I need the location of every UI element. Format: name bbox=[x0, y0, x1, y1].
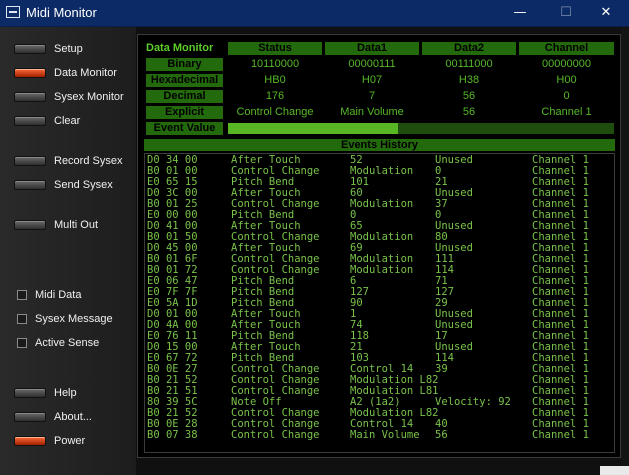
about-led-icon bbox=[14, 412, 46, 422]
data-monitor-label: Data Monitor bbox=[54, 67, 117, 79]
data-monitor-led-icon bbox=[14, 68, 46, 78]
event-type: Control Change bbox=[231, 429, 320, 441]
record-sysex-button[interactable]: Record Sysex bbox=[14, 152, 122, 170]
sysex-monitor-label: Sysex Monitor bbox=[54, 91, 124, 103]
power-button[interactable]: Power bbox=[14, 432, 85, 450]
power-led-icon bbox=[14, 436, 46, 446]
binary-data1: 00000111 bbox=[348, 58, 396, 70]
decimal-data2: 56 bbox=[462, 90, 476, 102]
sysex-monitor-led-icon bbox=[14, 92, 46, 102]
binary-status: 10110000 bbox=[250, 58, 300, 70]
active-sense-checkbox-box[interactable] bbox=[17, 338, 27, 348]
explicit-channel: Channel 1 bbox=[541, 106, 592, 118]
active-sense-checkbox[interactable]: Active Sense bbox=[17, 336, 99, 350]
sysex-monitor-button[interactable]: Sysex Monitor bbox=[14, 88, 124, 106]
event-data2: 56 bbox=[435, 429, 448, 441]
midi-data-checkbox[interactable]: Midi Data bbox=[17, 288, 81, 302]
explicit-data1: Main Volume bbox=[340, 106, 404, 118]
hex-status: HB0 bbox=[264, 74, 286, 86]
events-history-title: Events History bbox=[144, 139, 615, 151]
column-channel: Channel bbox=[519, 42, 614, 55]
event-data1: Modulation bbox=[350, 264, 414, 276]
title-bar: Midi Monitor — ☐ ✕ bbox=[0, 0, 629, 27]
send-sysex-button[interactable]: Send Sysex bbox=[14, 176, 113, 194]
multi-out-label: Multi Out bbox=[54, 219, 99, 231]
minimize-button[interactable]: — bbox=[497, 0, 543, 26]
event-data2: Velocity: 92 bbox=[435, 396, 511, 408]
multi-out-led-icon bbox=[14, 220, 46, 230]
midi-data-label: Midi Data bbox=[35, 289, 82, 301]
about-button[interactable]: About... bbox=[14, 408, 92, 426]
hex-data2: H38 bbox=[458, 74, 480, 86]
clear-label: Clear bbox=[54, 115, 81, 127]
help-led-icon bbox=[14, 388, 46, 398]
sysex-message-label: Sysex Message bbox=[35, 313, 113, 325]
hexadecimal-label: Hexadecimal bbox=[146, 74, 223, 87]
clear-button[interactable]: Clear bbox=[14, 112, 80, 130]
help-label: Help bbox=[54, 387, 77, 399]
taskbar-corner bbox=[600, 466, 629, 475]
midi-data-checkbox-box[interactable] bbox=[17, 290, 27, 300]
help-button[interactable]: Help bbox=[14, 384, 77, 402]
column-data1: Data1 bbox=[325, 42, 419, 55]
window-title: Midi Monitor bbox=[26, 5, 97, 20]
close-button[interactable]: ✕ bbox=[583, 0, 629, 26]
multi-out-button[interactable]: Multi Out bbox=[14, 216, 98, 234]
clear-led-icon bbox=[14, 116, 46, 126]
send-sysex-led-icon bbox=[14, 180, 46, 190]
record-sysex-label: Record Sysex bbox=[54, 155, 123, 167]
data-monitor-button[interactable]: Data Monitor bbox=[14, 64, 117, 82]
power-label: Power bbox=[54, 435, 86, 447]
setup-button[interactable]: Setup bbox=[14, 40, 83, 58]
event-data1: Modulation bbox=[350, 198, 414, 210]
event-data1: Main Volume bbox=[350, 429, 420, 441]
decimal-label: Decimal bbox=[146, 90, 223, 103]
active-sense-label: Active Sense bbox=[35, 337, 100, 349]
sysex-message-checkbox[interactable]: Sysex Message bbox=[17, 312, 113, 326]
about-label: About... bbox=[54, 411, 92, 423]
record-sysex-led-icon bbox=[14, 156, 46, 166]
binary-channel: 00000000 bbox=[542, 58, 591, 70]
send-sysex-label: Send Sysex bbox=[54, 179, 113, 191]
decimal-data1: 7 bbox=[368, 90, 376, 102]
event-row: B0 07 38 Control Change Main Volume 56 Chann… bbox=[147, 430, 612, 441]
sysex-message-checkbox-box[interactable] bbox=[17, 314, 27, 324]
binary-data2: 00111000 bbox=[445, 58, 493, 70]
sidebar: Setup Data Monitor Sysex Monitor Clear R… bbox=[0, 27, 136, 475]
column-data2: Data2 bbox=[422, 42, 516, 55]
app-icon bbox=[6, 6, 20, 18]
monitor-title: Data Monitor bbox=[146, 42, 214, 54]
window-edge bbox=[621, 27, 629, 475]
decimal-channel: 0 bbox=[563, 90, 570, 102]
explicit-status: Control Change bbox=[236, 106, 314, 118]
explicit-label: Explicit bbox=[146, 106, 223, 119]
column-status: Status bbox=[228, 42, 322, 55]
decimal-status: 176 bbox=[265, 90, 285, 102]
setup-label: Setup bbox=[54, 43, 83, 55]
binary-label: Binary bbox=[146, 58, 223, 71]
setup-led-icon bbox=[14, 44, 46, 54]
events-history-list[interactable]: D0 34 00 After Touch 52 Unused Channel 1 B0 0… bbox=[144, 153, 615, 453]
hex-channel: H00 bbox=[556, 74, 577, 86]
hex-data1: H07 bbox=[361, 74, 383, 86]
monitor-panel: Data Monitor Status Data1 Data2 Channel … bbox=[137, 34, 621, 458]
event-channel: Channel 1 bbox=[532, 429, 589, 441]
event-hex: B0 07 38 bbox=[147, 429, 198, 441]
event-value-meter-fill bbox=[228, 123, 398, 134]
event-value-label: Event Value bbox=[146, 122, 223, 135]
explicit-data2: 56 bbox=[462, 106, 476, 118]
